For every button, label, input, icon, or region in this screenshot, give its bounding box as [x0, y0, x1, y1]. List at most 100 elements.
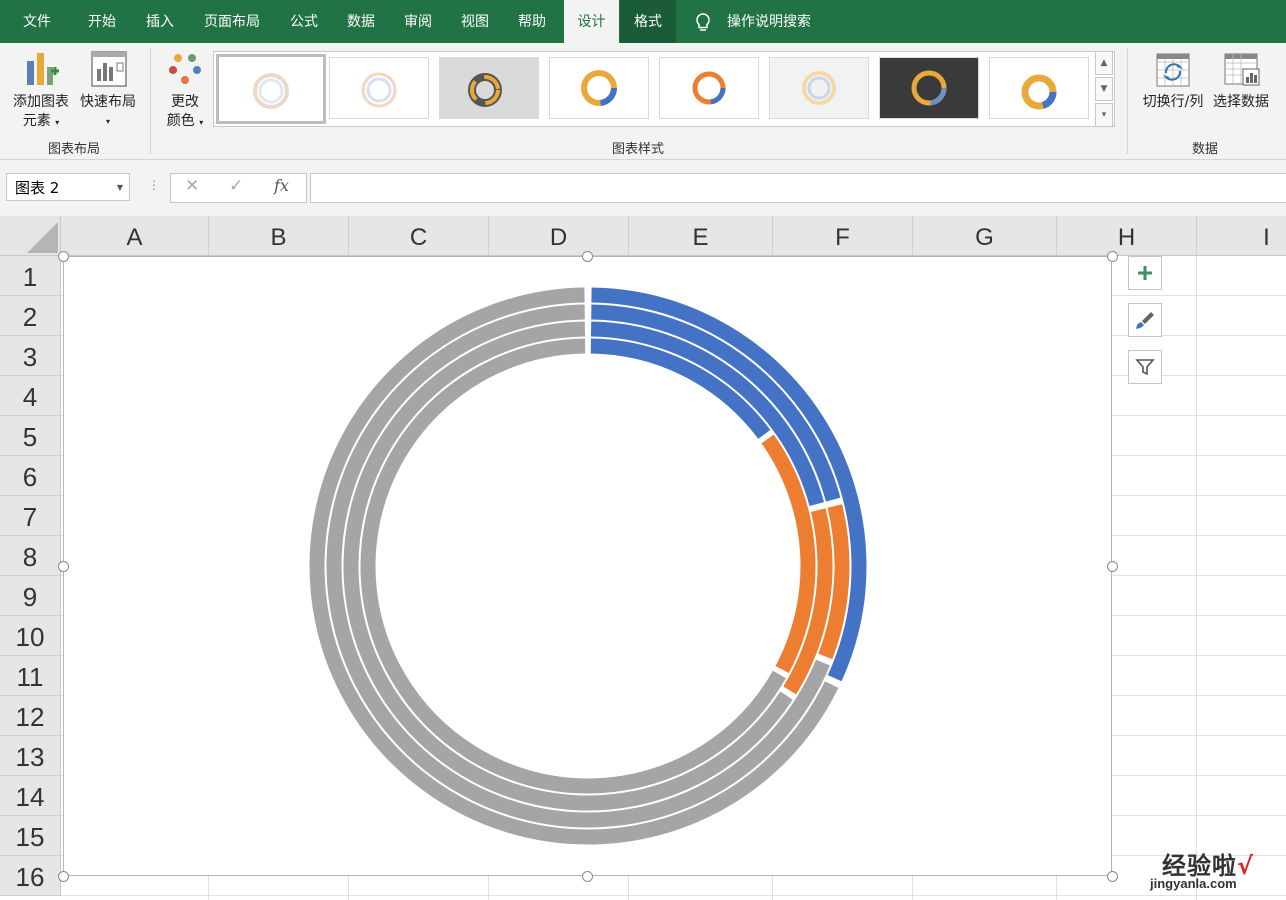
row-header[interactable]: 7 [0, 496, 61, 536]
column-header-a[interactable]: A [61, 216, 209, 255]
tab-help[interactable]: 帮助 [504, 0, 560, 43]
row-header[interactable]: 13 [0, 736, 61, 776]
select-data-button[interactable]: 选择数据 [1208, 51, 1274, 112]
resize-handle[interactable] [58, 871, 69, 882]
gallery-more-icon[interactable]: ▾ [1095, 103, 1113, 127]
resize-handle[interactable] [58, 561, 69, 572]
row-header[interactable]: 3 [0, 336, 61, 376]
switch-row-column-label: 切换行/列 [1142, 94, 1204, 110]
tab-file[interactable]: 文件 [8, 0, 66, 43]
row-header[interactable]: 11 [0, 656, 61, 696]
resize-handle[interactable] [582, 251, 593, 262]
resize-handle[interactable] [58, 251, 69, 262]
group-separator [150, 48, 151, 154]
tab-design[interactable]: 设计 [564, 0, 619, 43]
row-header[interactable]: 2 [0, 296, 61, 336]
data-group-label: 数据 [1191, 142, 1218, 157]
row-header[interactable]: 4 [0, 376, 61, 416]
resize-handle[interactable] [582, 871, 593, 882]
row-header[interactable]: 6 [0, 456, 61, 496]
select-all-triangle-icon [27, 222, 58, 253]
ring-4-segment-3[interactable] [360, 338, 786, 794]
row-header[interactable]: 8 [0, 536, 61, 576]
gallery-scroll-down-icon[interactable]: ▼ [1095, 77, 1113, 101]
resize-handle[interactable] [1107, 561, 1118, 572]
filter-icon [1135, 359, 1155, 376]
watermark-url: jingyanla.com [1150, 876, 1237, 891]
tab-home[interactable]: 开始 [74, 0, 130, 43]
chart-styles-gallery [213, 51, 1115, 127]
drag-handle-icon[interactable]: ⋮ [148, 178, 160, 192]
add-chart-element-label2: 元素 [22, 113, 51, 129]
row-header[interactable]: 10 [0, 616, 61, 656]
change-colors-label2: 颜色 [166, 113, 195, 129]
chart-style-thumb-5[interactable] [659, 57, 759, 119]
column-header-h[interactable]: H [1057, 216, 1197, 255]
quick-layout-button[interactable]: 快速布局 ▾ [76, 49, 140, 131]
column-header-d[interactable]: D [489, 216, 629, 255]
enter-icon[interactable]: ✓ [229, 176, 243, 196]
chart-style-thumb-3[interactable] [439, 57, 539, 119]
tab-formulas[interactable]: 公式 [278, 0, 330, 43]
tab-insert[interactable]: 插入 [132, 0, 188, 43]
select-all-corner[interactable] [0, 216, 61, 256]
change-colors-button[interactable]: 更改 颜色 ▾ [160, 49, 210, 132]
column-header-e[interactable]: E [629, 216, 773, 255]
column-header-bar: A B C D E F G H I [61, 216, 1286, 256]
chevron-down-icon: ▾ [199, 118, 204, 127]
chevron-down-icon[interactable]: ▼ [117, 174, 123, 202]
name-box[interactable]: 图表 2 ▼ [6, 173, 130, 201]
chart-style-thumb-4[interactable] [549, 57, 649, 119]
gallery-scroll-up-icon[interactable]: ▲ [1095, 51, 1113, 75]
chart-style-thumb-1[interactable] [216, 54, 326, 124]
switch-row-column-button[interactable]: 切换行/列 [1138, 51, 1208, 112]
add-chart-element-label: 添加图表 [13, 94, 69, 110]
chevron-down-icon: ▾ [105, 117, 110, 126]
column-header-f[interactable]: F [773, 216, 913, 255]
resize-handle[interactable] [1107, 871, 1118, 882]
add-chart-element-button[interactable]: 添加图表 元素 ▾ [8, 49, 74, 132]
row-header[interactable]: 14 [0, 776, 61, 816]
resize-handle[interactable] [1107, 251, 1118, 262]
column-header-b[interactable]: B [209, 216, 349, 255]
row-header[interactable]: 5 [0, 416, 61, 456]
row-header[interactable]: 12 [0, 696, 61, 736]
chart-style-thumb-2[interactable] [329, 57, 429, 119]
tab-review[interactable]: 审阅 [390, 0, 446, 43]
lightbulb-icon [696, 13, 710, 31]
quick-layout-label: 快速布局 [80, 94, 136, 110]
row-header[interactable]: 9 [0, 576, 61, 616]
chart-style-thumb-7[interactable] [879, 57, 979, 119]
switch-row-column-icon [1156, 53, 1190, 87]
chart-styles-button[interactable] [1128, 303, 1162, 337]
chart-style-thumb-6[interactable] [769, 57, 869, 119]
formula-input[interactable] [310, 173, 1286, 203]
tab-page-layout[interactable]: 页面布局 [192, 0, 272, 43]
row-header[interactable]: 15 [0, 816, 61, 856]
ribbon-tab-bar: 文件 开始 插入 页面布局 公式 数据 审阅 视图 帮助 设计 格式 操作说明搜… [0, 0, 1286, 43]
chart-filters-button[interactable] [1128, 350, 1162, 384]
watermark-check: √ [1237, 852, 1255, 880]
select-data-icon [1224, 53, 1260, 86]
tell-me-search[interactable]: 操作说明搜索 [727, 0, 811, 43]
insert-function-icon[interactable]: fx [274, 176, 289, 195]
add-chart-element-icon [27, 53, 59, 85]
column-header-c[interactable]: C [349, 216, 489, 255]
chart-style-thumb-8[interactable] [989, 57, 1089, 119]
chart-layouts-group-label: 图表布局 [47, 142, 100, 157]
chart-area[interactable] [63, 256, 1112, 876]
name-box-value: 图表 2 [15, 179, 60, 197]
column-header-i[interactable]: I [1197, 216, 1286, 255]
chart-styles-group-label: 图表样式 [611, 142, 664, 157]
tab-format[interactable]: 格式 [620, 0, 676, 43]
tab-data[interactable]: 数据 [333, 0, 389, 43]
row-header[interactable]: 16 [0, 856, 61, 896]
ring-2-segment-1[interactable] [591, 304, 841, 502]
chart-elements-button[interactable] [1128, 256, 1162, 290]
row-header[interactable]: 1 [0, 256, 61, 296]
doughnut-chart[interactable] [64, 257, 1111, 875]
tab-view[interactable]: 视图 [447, 0, 503, 43]
cancel-icon[interactable]: ✕ [185, 176, 199, 196]
chevron-down-icon: ▾ [55, 118, 60, 127]
column-header-g[interactable]: G [913, 216, 1057, 255]
